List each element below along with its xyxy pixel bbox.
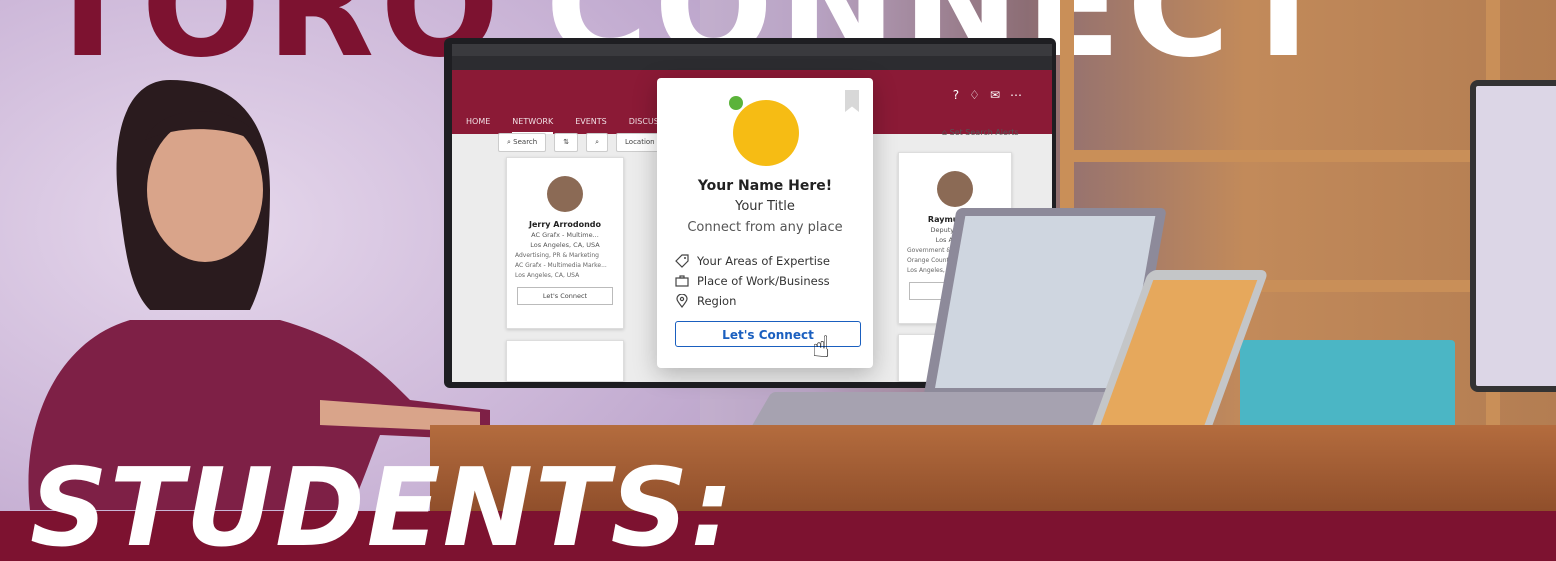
search-chip[interactable]: ⌕ Search <box>498 133 547 152</box>
card-title: AC Grafx - Multime... <box>531 231 599 239</box>
lets-connect-button[interactable]: Let's Connect <box>675 321 861 347</box>
hero-photo: TOROCONNECT ?♢✉⋯ HOME NETWORK EVENTS DIS… <box>0 0 1556 561</box>
hand-cursor-icon: ☝ <box>812 330 831 365</box>
nav-network[interactable]: NETWORK <box>512 110 554 134</box>
help-icon[interactable]: ? <box>953 88 969 102</box>
filter-chip[interactable]: ⌕ <box>586 133 609 152</box>
location-pin-icon <box>676 294 688 308</box>
students-heading: STUDENTS: <box>30 446 736 561</box>
filter-bar: ⌕ Search ⇅ ⌕ Location ▾ <box>498 133 670 152</box>
mail-icon[interactable]: ✉ <box>990 88 1010 102</box>
card-name: Jerry Arrodondo <box>528 220 601 229</box>
lets-connect-button[interactable]: Let's Connect <box>517 287 613 305</box>
set-search-alerts-label: Set Search Alerts <box>949 128 1019 137</box>
profile-card[interactable]: Jerry Arrodondo AC Grafx - Multime... Lo… <box>506 157 624 329</box>
profile-title: Your Title <box>735 199 795 214</box>
shelf-board <box>1074 150 1486 162</box>
profile-popup-card: Your Name Here! Your Title Connect from … <box>657 78 873 368</box>
alert-bell-icon: ⌂ <box>942 128 948 137</box>
online-status-dot <box>729 96 743 110</box>
more-icon[interactable]: ⋯ <box>1010 88 1032 102</box>
student-photo <box>28 80 490 510</box>
nav-events[interactable]: EVENTS <box>575 110 607 134</box>
profile-name: Your Name Here! <box>697 178 833 194</box>
expertise-row: Your Areas of Expertise <box>675 254 830 268</box>
browser-tab-bar <box>452 44 1052 56</box>
briefcase-icon <box>675 275 689 287</box>
region-row: Region <box>675 294 736 308</box>
card-tag: AC Grafx - Multimedia Marke... <box>515 262 607 269</box>
region-label: Region <box>697 294 737 308</box>
mirror <box>1470 80 1556 392</box>
card-location: Los Angeles, CA, USA <box>530 241 600 249</box>
filter-chip[interactable]: ⇅ <box>554 133 579 152</box>
workplace-row: Place of Work/Business <box>675 274 830 288</box>
browser-url-bar <box>452 56 1052 70</box>
avatar <box>547 176 583 212</box>
avatar <box>733 100 799 166</box>
card-tag: Los Angeles, CA, USA <box>515 272 580 279</box>
expertise-label: Your Areas of Expertise <box>697 254 831 268</box>
tag-icon <box>675 254 689 268</box>
avatar <box>937 171 973 207</box>
bookmark-icon[interactable] <box>845 90 859 112</box>
profile-tagline: Connect from any place <box>687 220 843 235</box>
location-chip-label: Location <box>625 138 655 146</box>
profile-card[interactable] <box>506 340 624 382</box>
basket <box>1240 340 1455 430</box>
card-tag: Advertising, PR & Marketing <box>515 252 599 259</box>
workplace-label: Place of Work/Business <box>697 274 830 288</box>
header-icons: ?♢✉⋯ <box>953 88 1032 102</box>
search-chip-label: Search <box>513 138 538 146</box>
bell-icon[interactable]: ♢ <box>969 88 990 102</box>
set-search-alerts-link[interactable]: ⌂ Set Search Alerts <box>942 128 1019 137</box>
